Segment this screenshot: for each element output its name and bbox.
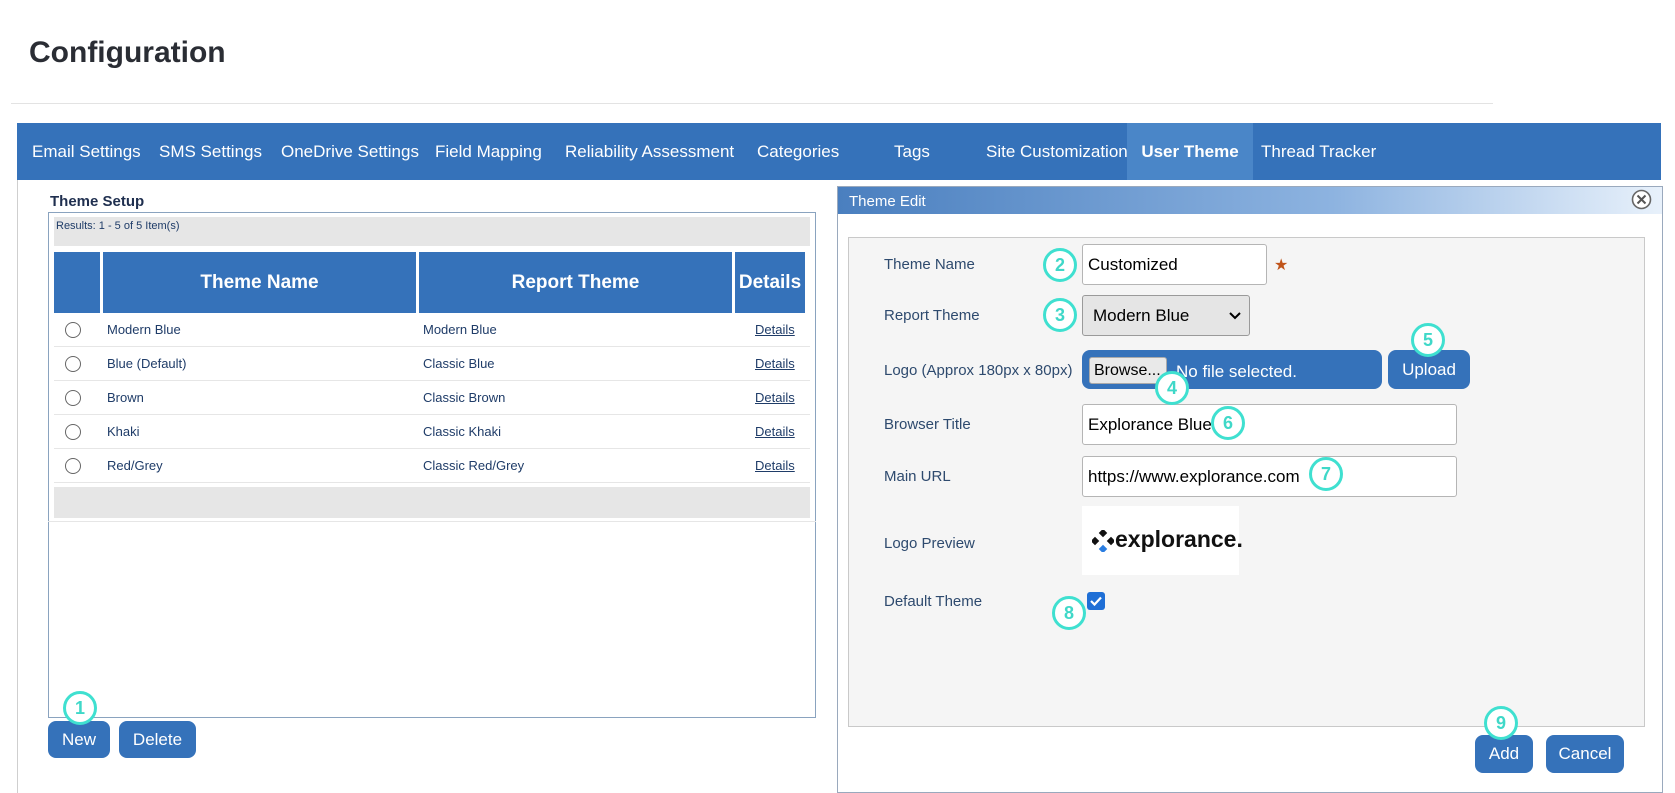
report-theme-cell: Classic Red/Grey — [423, 458, 525, 473]
tab-categories[interactable]: Categories — [757, 123, 839, 180]
report-theme-cell: Classic Khaki — [423, 424, 502, 439]
step-marker-5: 5 — [1411, 323, 1445, 357]
row-radio[interactable] — [65, 322, 81, 338]
explorance-logo-icon — [1092, 530, 1114, 552]
details-link[interactable]: Details — [755, 390, 795, 405]
browser-title-label: Browser Title — [884, 416, 971, 433]
theme-name-cell: Brown — [107, 390, 144, 405]
tab-thread-tracker[interactable]: Thread Tracker — [1261, 123, 1376, 180]
main-url-label: Main URL — [884, 468, 951, 485]
row-radio[interactable] — [65, 424, 81, 440]
table-row[interactable]: Red/Grey Classic Red/Grey Details — [54, 449, 810, 483]
tab-onedrive-settings[interactable]: OneDrive Settings — [281, 123, 419, 180]
table-row[interactable]: Modern Blue Modern Blue Details — [54, 313, 810, 347]
table-row[interactable]: Khaki Classic Khaki Details — [54, 415, 810, 449]
theme-name-cell: Modern Blue — [107, 322, 181, 337]
step-marker-3: 3 — [1043, 298, 1077, 332]
default-theme-label: Default Theme — [884, 593, 983, 610]
report-theme-cell: Classic Blue — [423, 356, 495, 371]
main-url-input[interactable]: https://www.explorance.com — [1082, 456, 1457, 497]
details-column-header: Details — [735, 252, 805, 313]
step-marker-9: 9 — [1484, 706, 1518, 740]
theme-name-cell: Khaki — [107, 424, 140, 439]
settings-tab-bar: Email Settings SMS Settings OneDrive Set… — [17, 123, 1661, 180]
report-theme-value: Modern Blue — [1093, 306, 1190, 325]
theme-name-input[interactable]: Customized — [1082, 244, 1267, 285]
tab-tags[interactable]: Tags — [894, 123, 930, 180]
theme-setup-title: Theme Setup — [50, 193, 145, 210]
tab-site-customization[interactable]: Site Customization — [986, 123, 1128, 180]
dialog-title: Theme Edit — [849, 193, 926, 210]
logo-preview: explorance. — [1082, 506, 1243, 575]
row-radio[interactable] — [65, 458, 81, 474]
title-divider — [11, 103, 1493, 104]
explorance-logo-text: explorance. — [1115, 526, 1243, 552]
theme-name-label: Theme Name — [884, 256, 975, 273]
tab-sms-settings[interactable]: SMS Settings — [159, 123, 262, 180]
details-link[interactable]: Details — [755, 458, 795, 473]
step-marker-7: 7 — [1309, 457, 1343, 491]
report-theme-cell: Modern Blue — [423, 322, 497, 337]
dialog-header — [838, 187, 1662, 214]
logo-label: Logo (Approx 180px x 80px) — [884, 362, 1073, 379]
report-theme-cell: Classic Brown — [423, 390, 506, 405]
add-button[interactable]: Add — [1475, 735, 1533, 773]
new-button[interactable]: New — [48, 721, 110, 758]
tab-reliability-assessment[interactable]: Reliability Assessment — [565, 123, 734, 180]
delete-button[interactable]: Delete — [119, 721, 196, 758]
chevron-down-icon — [1229, 312, 1241, 320]
theme-name-cell: Blue (Default) — [107, 356, 187, 371]
row-radio[interactable] — [65, 390, 81, 406]
checkmark-icon — [1090, 596, 1102, 607]
tab-email-settings[interactable]: Email Settings — [32, 123, 141, 180]
grid-footer — [54, 487, 810, 518]
report-theme-label: Report Theme — [884, 307, 980, 324]
page-title: Configuration — [29, 36, 226, 69]
logo-preview-label: Logo Preview — [884, 535, 975, 552]
theme-name-column-header[interactable]: Theme Name — [103, 252, 416, 313]
close-icon[interactable] — [1631, 189, 1652, 210]
select-column-header — [54, 252, 100, 313]
grid-footer-divider — [48, 521, 816, 522]
table-row[interactable]: Brown Classic Brown Details — [54, 381, 810, 415]
browse-button[interactable]: Browse... — [1089, 357, 1167, 384]
step-marker-4: 4 — [1155, 371, 1189, 405]
step-marker-1: 1 — [63, 691, 97, 725]
browser-title-input[interactable]: Explorance Blue — [1082, 404, 1457, 445]
step-marker-2: 2 — [1043, 248, 1077, 282]
required-star-icon: ★ — [1274, 257, 1289, 274]
table-row[interactable]: Blue (Default) Classic Blue Details — [54, 347, 810, 381]
row-radio[interactable] — [65, 356, 81, 372]
details-link[interactable]: Details — [755, 322, 795, 337]
results-count: Results: 1 - 5 of 5 Item(s) — [56, 220, 180, 232]
tab-user-theme[interactable]: User Theme — [1127, 123, 1253, 180]
cancel-button[interactable]: Cancel — [1546, 735, 1624, 773]
report-theme-column-header[interactable]: Report Theme — [419, 252, 732, 313]
details-link[interactable]: Details — [755, 356, 795, 371]
step-marker-6: 6 — [1211, 406, 1245, 440]
tab-field-mapping[interactable]: Field Mapping — [435, 123, 542, 180]
step-marker-8: 8 — [1052, 596, 1086, 630]
theme-name-cell: Red/Grey — [107, 458, 163, 473]
report-theme-select[interactable]: Modern Blue — [1082, 295, 1250, 336]
content-border — [17, 180, 18, 793]
no-file-text: No file selected. — [1176, 362, 1297, 381]
details-link[interactable]: Details — [755, 424, 795, 439]
default-theme-checkbox[interactable] — [1087, 592, 1105, 610]
